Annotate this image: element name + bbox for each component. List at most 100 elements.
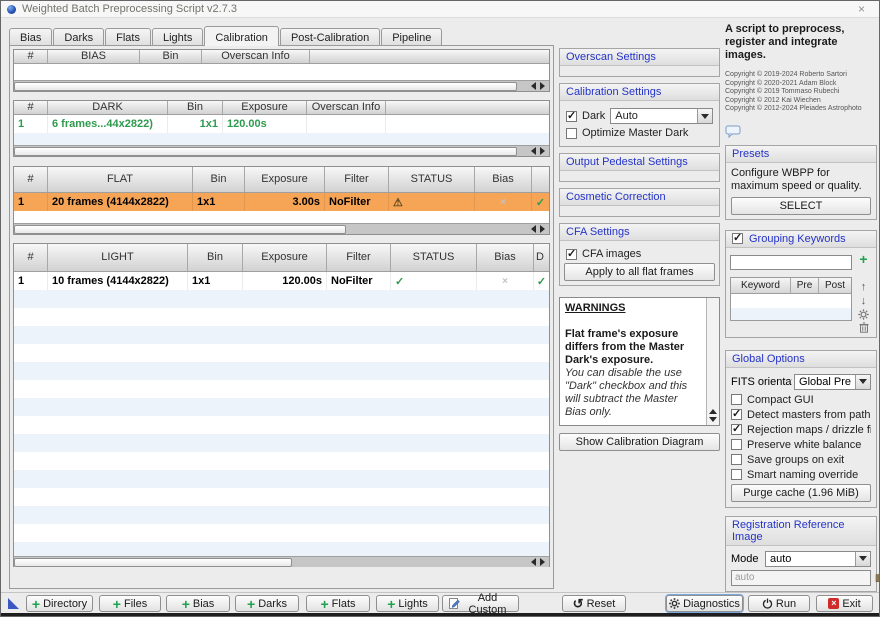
- scroll-up-icon[interactable]: [709, 409, 717, 414]
- diagnostics-button[interactable]: Diagnostics: [666, 595, 743, 612]
- dark-mode-dropdown[interactable]: Auto: [610, 108, 713, 124]
- detect-masters-checkbox[interactable]: [731, 409, 742, 420]
- dark-h-scrollbar[interactable]: [14, 145, 549, 156]
- global-options-header[interactable]: Global Options: [726, 351, 876, 368]
- flat-table: # FLAT Bin Exposure Filter STATUS Bias 1…: [13, 166, 550, 235]
- warnings-v-scrollbar[interactable]: [706, 298, 719, 425]
- optimize-master-dark-checkbox[interactable]: [566, 128, 577, 139]
- option-label: Save groups on exit: [747, 454, 844, 466]
- pixinsight-app-icon: [7, 5, 16, 14]
- fits-orientation-value: Global Pre: [795, 376, 855, 388]
- exposure-cell: 3.00s: [245, 193, 325, 211]
- add-directory-button[interactable]: +Directory: [26, 595, 93, 612]
- gear-icon[interactable]: [858, 309, 869, 320]
- preserve-white-balance-checkbox[interactable]: [731, 439, 742, 450]
- power-icon: [762, 598, 773, 609]
- plus-icon: +: [247, 598, 255, 610]
- header-cell: #: [14, 101, 48, 114]
- scroll-right-icon[interactable]: [540, 147, 545, 155]
- bias-empty-row: [14, 64, 549, 80]
- scroll-left-icon[interactable]: [531, 558, 536, 566]
- save-groups-checkbox[interactable]: [731, 454, 742, 465]
- scroll-right-icon[interactable]: [540, 558, 545, 566]
- add-keyword-icon[interactable]: +: [859, 253, 867, 265]
- flat-table-row-selected[interactable]: 1 20 frames (4144x2822) 1x1 3.00s NoFilt…: [14, 193, 549, 211]
- header-cell: Exposure: [243, 244, 327, 271]
- warnings-title: WARNINGS: [565, 302, 701, 315]
- cosmetic-correction-header[interactable]: Cosmetic Correction: [560, 189, 719, 206]
- exit-button[interactable]: ×Exit: [816, 595, 873, 612]
- scroll-left-icon[interactable]: [531, 82, 536, 90]
- flat-table-header: # FLAT Bin Exposure Filter STATUS Bias: [14, 167, 549, 193]
- add-darks-button[interactable]: +Darks: [235, 595, 299, 612]
- presets-select-button[interactable]: SELECT: [731, 197, 871, 215]
- output-pedestal-section: Output Pedestal Settings: [559, 153, 720, 182]
- add-flats-button[interactable]: +Flats: [306, 595, 370, 612]
- rejection-maps-checkbox[interactable]: [731, 424, 742, 435]
- light-h-scrollbar[interactable]: [14, 556, 549, 567]
- close-icon[interactable]: ×: [858, 2, 865, 16]
- move-down-icon[interactable]: ↓: [861, 295, 867, 307]
- option-label: Compact GUI: [747, 394, 814, 406]
- dark-checkbox[interactable]: [566, 111, 577, 122]
- header-cell: [532, 167, 549, 192]
- tab-calibration[interactable]: Calibration: [204, 26, 279, 46]
- bias-h-scrollbar[interactable]: [14, 80, 549, 91]
- trash-icon[interactable]: [859, 322, 869, 333]
- header-cell: [310, 50, 549, 63]
- cross-icon: ×: [500, 197, 506, 208]
- warnings-text: WARNINGS Flat frame's exposure differs f…: [560, 298, 706, 425]
- add-lights-button[interactable]: +Lights: [376, 595, 439, 612]
- header-cell: Bin: [188, 244, 243, 271]
- header-cell: #: [14, 50, 48, 63]
- folder-icon[interactable]: [875, 573, 880, 583]
- chevron-down-icon: [859, 379, 867, 384]
- grouping-keywords-checkbox[interactable]: [732, 233, 743, 244]
- smart-naming-checkbox[interactable]: [731, 469, 742, 480]
- cfa-settings-header[interactable]: CFA Settings: [560, 224, 719, 241]
- dark-table-header: # DARK Bin Exposure Overscan Info: [14, 101, 549, 115]
- move-up-icon[interactable]: ↑: [861, 281, 867, 293]
- registration-reference-header[interactable]: Registration Reference Image: [726, 517, 876, 546]
- mode-label: Mode: [731, 553, 763, 565]
- scroll-right-icon[interactable]: [540, 225, 545, 233]
- reference-mode-dropdown[interactable]: auto: [765, 551, 871, 567]
- run-button[interactable]: Run: [748, 595, 810, 612]
- reset-button[interactable]: ↺Reset: [562, 595, 626, 612]
- header-cell: Bin: [168, 101, 223, 114]
- header-cell: Pre: [791, 278, 819, 293]
- header-cell: Overscan Info: [307, 101, 386, 114]
- dark-table-row[interactable]: 1 6 frames...44x2822) 1x1 120.00s: [14, 115, 549, 133]
- copyright-line: Copyright © 2012-2024 Pleiades Astrophot…: [725, 105, 877, 114]
- overscan-settings-header[interactable]: Overscan Settings: [560, 49, 719, 66]
- flat-h-scrollbar[interactable]: [14, 223, 549, 234]
- bias-status-cell: ×: [477, 272, 534, 290]
- calibration-settings-header[interactable]: Calibration Settings: [560, 84, 719, 101]
- plus-icon: +: [32, 598, 40, 610]
- presets-header[interactable]: Presets: [726, 146, 876, 163]
- purge-cache-button[interactable]: Purge cache (1.96 MiB): [731, 484, 871, 502]
- keyword-input[interactable]: [730, 255, 852, 270]
- scroll-down-icon[interactable]: [709, 417, 717, 422]
- fits-orientation-dropdown[interactable]: Global Pre: [794, 374, 871, 390]
- add-custom-button[interactable]: Add Custom: [442, 595, 519, 612]
- show-calibration-diagram-button[interactable]: Show Calibration Diagram: [559, 433, 720, 451]
- warning-icon: ⚠: [393, 196, 403, 209]
- warning-message: Flat frame's exposure differs from the M…: [565, 328, 701, 367]
- add-bias-button[interactable]: +Bias: [166, 595, 230, 612]
- scroll-left-icon[interactable]: [531, 225, 536, 233]
- scroll-left-icon[interactable]: [531, 147, 536, 155]
- reference-image-path-input[interactable]: [731, 570, 871, 586]
- scroll-right-icon[interactable]: [540, 82, 545, 90]
- compact-gui-checkbox[interactable]: [731, 394, 742, 405]
- add-files-button[interactable]: +Files: [99, 595, 161, 612]
- help-bubble-icon[interactable]: [725, 125, 877, 139]
- output-pedestal-header[interactable]: Output Pedestal Settings: [560, 154, 719, 171]
- new-instance-drag-icon[interactable]: [8, 598, 19, 609]
- exposure-cell: 120.00s: [223, 115, 307, 133]
- apply-all-flats-button[interactable]: Apply to all flat frames: [564, 263, 715, 281]
- copyright-line: Copyright © 2012 Kai Wiechen: [725, 97, 877, 106]
- cfa-images-checkbox[interactable]: [566, 249, 577, 260]
- light-table-row[interactable]: 1 10 frames (4144x2822) 1x1 120.00s NoFi…: [14, 272, 549, 290]
- title-bar[interactable]: Weighted Batch Preprocessing Script v2.7…: [1, 1, 879, 18]
